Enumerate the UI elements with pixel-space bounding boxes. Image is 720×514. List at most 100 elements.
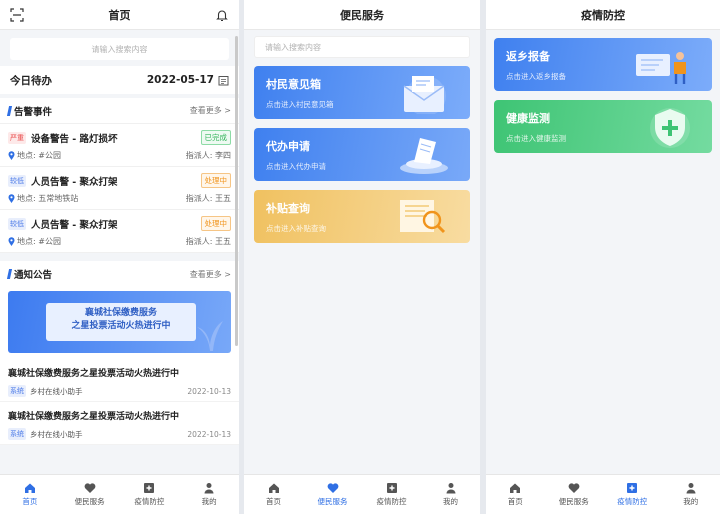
news-list: 襄城社保缴费服务之星投票活动火热进行中 系统 乡村在线小助手 2022-10-13 襄城…: [0, 359, 239, 445]
alarm-name: 人员告警 - 聚众打架: [31, 219, 118, 231]
tab-bar: 首页 便民服务 疫情防控 我的: [244, 474, 480, 514]
epidemic-topbar: 疫情防控: [486, 0, 720, 30]
notice-card: 通知公告 查看更多 > 襄城社保缴费服务 之星投票活动火热进行中 襄城社保缴费服…: [0, 261, 239, 445]
service-card-agent-apply[interactable]: 代办申请 点击进入代办申请: [254, 128, 470, 181]
tab-service[interactable]: 便民服务: [545, 475, 604, 514]
alarm-item[interactable]: 严重 设备警告 - 路灯损坏 已完成 地点: #公园 指派人: 李四: [0, 124, 239, 167]
mail-icon: [403, 76, 446, 114]
tab-epidemic[interactable]: 疫情防控: [603, 475, 662, 514]
news-title: 襄城社保缴费服务之星投票活动火热进行中: [8, 369, 180, 379]
home-icon: [268, 483, 279, 493]
epidemic-screen: 疫情防控 返乡报备 点击进入返乡报备 健康监测 点击进入健康监测 首页 便民服务…: [486, 0, 720, 514]
heart-icon: [84, 483, 96, 493]
home-icon: [510, 483, 521, 493]
home-screen: 首页 请输入搜索内容 今日待办 2022-05-17 告警事件 查看更多 > 严…: [0, 0, 239, 514]
todo-date-picker[interactable]: 2022-05-17: [147, 74, 229, 86]
service-topbar: 便民服务: [244, 0, 480, 30]
heart-icon: [327, 483, 338, 493]
home-topbar: 首页: [0, 0, 239, 30]
document-stand-icon: [400, 138, 448, 174]
heart-icon: [568, 483, 580, 493]
user-icon: [204, 483, 214, 494]
banner-line1: 襄城社保缴费服务: [84, 308, 157, 318]
news-date: 2022-10-13: [187, 386, 231, 396]
page-title: 便民服务: [340, 8, 384, 22]
service-card-opinion-box[interactable]: 村民意见箱 点击进入村民意见箱: [254, 66, 470, 119]
alarm-name: 设备警告 - 路灯损坏: [31, 133, 118, 145]
tab-mine[interactable]: 我的: [421, 475, 480, 514]
todo-date: 2022-05-17: [146, 74, 214, 86]
todo-title: 今日待办: [10, 74, 52, 87]
news-title: 襄城社保缴费服务之星投票活动火热进行中: [8, 412, 180, 422]
severity-badge: 较低: [8, 217, 26, 230]
news-source: 乡村在线小助手: [30, 429, 83, 439]
location-pin-icon: [8, 151, 15, 160]
tab-home[interactable]: 首页: [486, 475, 545, 514]
epidemic-card-health-monitor[interactable]: 健康监测 点击进入健康监测: [494, 100, 712, 153]
news-tag: 系统: [8, 428, 26, 440]
location-pin-icon: [8, 237, 15, 246]
service-screen: 便民服务 请输入搜索内容 村民意见箱 点击进入村民意见箱 代办申请 点击进入代办…: [244, 0, 480, 514]
medical-plus-icon: [627, 483, 638, 493]
alarm-name: 人员告警 - 聚众打架: [31, 176, 118, 188]
alarm-section-title: 告警事件: [14, 106, 53, 118]
bell-icon[interactable]: [215, 8, 229, 22]
news-item[interactable]: 襄城社保缴费服务之星投票活动火热进行中 系统 乡村在线小助手 2022-10-13: [0, 402, 239, 445]
alarm-more-link[interactable]: 查看更多 >: [190, 105, 231, 116]
location-pin-icon: [8, 194, 15, 203]
notice-section-title: 通知公告: [14, 270, 53, 281]
status-badge: 处理中: [200, 216, 231, 231]
search-input[interactable]: 请输入搜索内容: [10, 38, 229, 60]
page-title: 首页: [108, 8, 131, 22]
status-badge: 已完成: [200, 130, 231, 145]
status-badge: 处理中: [200, 173, 231, 188]
alarm-section-header: 告警事件 查看更多 >: [0, 98, 239, 124]
tab-service[interactable]: 便民服务: [60, 475, 120, 514]
tab-home[interactable]: 首页: [244, 475, 303, 514]
news-tag: 系统: [8, 385, 26, 397]
service-card-subsidy[interactable]: 补贴查询 点击进入补贴查询: [254, 190, 470, 243]
alarm-assignee: 指派人: 王五: [185, 194, 231, 203]
alarm-list: 严重 设备警告 - 路灯损坏 已完成 地点: #公园 指派人: 李四 较低 人员告警 - 聚…: [0, 124, 239, 253]
alarm-item[interactable]: 较低 人员告警 - 聚众打架 处理中地点: 五常地铁站 指派人: 王五: [0, 167, 239, 210]
alarm-location: 地点: 五常地铁站: [17, 194, 79, 203]
tab-mine[interactable]: 我的: [179, 475, 239, 514]
notice-more-link[interactable]: 查看更多 >: [190, 269, 231, 280]
alarm-location: 地点: #公园: [17, 237, 61, 246]
scrollbar[interactable]: [235, 36, 238, 346]
alarm-card: 告警事件 查看更多 > 严重 设备警告 - 路灯损坏 已完成 地点: #公园 指派人: …: [0, 98, 239, 253]
news-source: 乡村在线小助手: [30, 386, 83, 396]
shield-plus-icon: [650, 108, 690, 148]
search-input[interactable]: 请输入搜索内容: [254, 36, 470, 58]
severity-badge: 严重: [8, 131, 26, 144]
news-item[interactable]: 襄城社保缴费服务之星投票活动火热进行中 系统 乡村在线小助手 2022-10-13: [0, 359, 239, 402]
severity-badge: 较低: [8, 174, 26, 187]
tab-bar: 首页 便民服务 疫情防控 我的: [0, 474, 239, 514]
tab-epidemic[interactable]: 疫情防控: [362, 475, 421, 514]
banner-line2: 之星投票活动火热进行中: [71, 321, 171, 331]
magnifier-document-icon: [400, 200, 446, 234]
tab-mine[interactable]: 我的: [662, 475, 720, 514]
plant-icon: [197, 321, 223, 351]
medical-plus-icon: [386, 483, 397, 493]
tab-home[interactable]: 首页: [0, 475, 60, 514]
tab-bar: 首页 便民服务 疫情防控 我的: [486, 474, 720, 514]
tab-epidemic[interactable]: 疫情防控: [120, 475, 180, 514]
scan-icon[interactable]: [10, 8, 24, 22]
user-icon: [686, 483, 696, 494]
calendar-icon: [218, 75, 229, 85]
user-icon: [446, 483, 455, 494]
home-icon: [24, 483, 35, 493]
alarm-item[interactable]: 较低 人员告警 - 聚众打架 处理中地点: #公园 指派人: 王五: [0, 210, 239, 253]
alarm-location: 地点: #公园: [17, 151, 61, 160]
todo-header: 今日待办 2022-05-17: [0, 66, 239, 94]
alarm-assignee: 指派人: 王五: [185, 237, 231, 246]
news-date: 2022-10-13: [187, 429, 231, 439]
tab-service[interactable]: 便民服务: [303, 475, 362, 514]
notice-banner[interactable]: 襄城社保缴费服务 之星投票活动火热进行中: [8, 291, 231, 353]
medical-plus-icon: [144, 483, 155, 493]
page-title: 疫情防控: [581, 8, 625, 22]
epidemic-card-return-report[interactable]: 返乡报备 点击进入返乡报备: [494, 38, 712, 91]
notice-section-header: 通知公告 查看更多 >: [0, 261, 239, 287]
person-board-icon: [636, 52, 686, 84]
